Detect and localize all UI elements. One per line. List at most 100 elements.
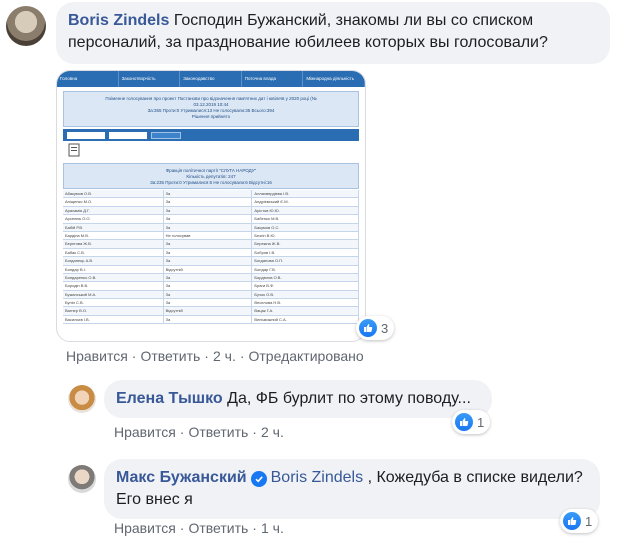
screenshot-print-icon <box>67 143 355 161</box>
screenshot-table-cell: Бородін В.В. <box>63 282 164 290</box>
screenshot-table-cell: За <box>164 273 253 282</box>
screenshot-table-cell: Бобров І.В. <box>252 248 359 257</box>
screenshot-table-row: Бабак С.В. За Бобров І.В. <box>63 248 359 258</box>
screenshot-table-cell: Бабенко М.В. <box>252 215 359 223</box>
reaction-number: 1 <box>477 414 485 430</box>
avatar-maks[interactable] <box>68 465 96 493</box>
screenshot-table-cell: Арсенюк О.О. <box>63 215 164 223</box>
screenshot-table-row: Арахамія Д.Г. За Арістов Ю.Ю. <box>63 206 359 216</box>
screenshot-table-cell: За <box>164 248 253 257</box>
screenshot-table-cell: Бардіна М.В. <box>63 231 164 240</box>
screenshot-table-cell: Бондаренко О.В. <box>63 273 164 282</box>
screenshot-table-cell: Абакумов О.В. <box>63 190 164 198</box>
screenshot-table-cell: Бордюгов О.В. <box>252 273 359 282</box>
screenshot-table-cell: За <box>164 198 253 206</box>
screenshot-table-row: Аніщенко М.О. За Андрієвський Є.М. <box>63 198 359 207</box>
like-icon <box>359 319 377 337</box>
like-button[interactable]: Нравится <box>114 520 176 536</box>
screenshot-table-cell: Васильєв І.В. <box>63 315 164 324</box>
mention-link[interactable]: Boris Zindels <box>271 469 363 486</box>
screenshot-table-cell: За <box>164 290 253 299</box>
reply-button[interactable]: Ответить <box>188 424 248 440</box>
verified-badge-icon <box>250 471 267 487</box>
screenshot-table-row: Вагнер В.О. Відсутній Вацак Г.А. <box>63 307 359 316</box>
screenshot-fraction-line: За:235 Проти:0 Утрималися:6 Не голосувал… <box>150 180 272 185</box>
screenshot-table-cell: Вагнер В.О. <box>63 307 164 315</box>
screenshot-table-row: Бардіна М.В. Не голосував Безгін В.Ю. <box>63 231 359 241</box>
reply-button[interactable]: Ответить <box>188 520 248 536</box>
screenshot-table-cell: Відсутній <box>164 307 253 315</box>
screenshot-table-row: Богданець А.В. За Богданова О.П. <box>63 257 359 266</box>
attached-screenshot[interactable]: Головна Законотворчість Законодавство По… <box>56 70 366 342</box>
screenshot-nav-item: Головна <box>57 71 119 87</box>
like-button[interactable]: Нравится <box>66 348 128 364</box>
screenshot-nav-item: Поточна влада <box>242 71 304 87</box>
timestamp[interactable]: 2 ч. <box>261 424 284 440</box>
screenshot-nav: Головна Законотворчість Законодавство По… <box>57 71 365 87</box>
comment-actions: Нравится · Ответить · 2 ч. · Отредактировано <box>66 348 364 364</box>
screenshot-table-cell: Аллахвердієва І.В. <box>252 190 359 198</box>
screenshot-table-cell: Вельможний С.А. <box>252 315 359 324</box>
screenshot-table-cell: Бунін С.В. <box>63 299 164 307</box>
screenshot-table-cell: За <box>164 215 253 223</box>
reply-bubble: Макс Бужанский Boris Zindels , Кожедуба в… <box>104 459 600 519</box>
screenshot-table-cell: Вацак Г.А. <box>252 307 359 315</box>
screenshot-table-row: Бабій Р.В. За Бакумов О.С. <box>63 223 359 232</box>
screenshot-table-cell: Бабій Р.В. <box>63 223 164 231</box>
screenshot-table-cell: Бужанський М.А. <box>63 290 164 299</box>
screenshot-table-cell: Бучок О.В. <box>252 290 359 299</box>
screenshot-nav-item: Законодавство <box>180 71 242 87</box>
screenshot-table-row: Бужанський М.А. За Бучок О.В. <box>63 290 359 300</box>
avatar-elena[interactable] <box>68 385 96 413</box>
screenshot-table-cell: Не голосував <box>164 231 253 240</box>
timestamp[interactable]: 2 ч. <box>213 348 236 364</box>
screenshot-table-cell: За <box>164 257 253 265</box>
reaction-count[interactable]: 1 <box>560 509 599 533</box>
screenshot-table-row: Абакумов О.В. За Аллахвердієва І.В. <box>63 190 359 199</box>
screenshot-table-cell: Бабак С.В. <box>63 248 164 257</box>
screenshot-table-row: Бондар В.І. Відсутній Бондар Г.В. <box>63 265 359 274</box>
screenshot-table-cell: За <box>164 206 253 215</box>
screenshot-table-row: Бородін В.В. За Браги В.Ф. <box>63 282 359 291</box>
reply-button[interactable]: Ответить <box>140 348 200 364</box>
screenshot-fraction-header: Фракція політичної партії "СЛУГА НАРОДУ"… <box>63 163 359 189</box>
comment-author[interactable]: Елена Тышко <box>116 390 223 407</box>
screenshot-table-cell: Берегова Ж.В. <box>63 240 164 248</box>
avatar-boris[interactable] <box>6 6 46 46</box>
reply-bubble: Елена Тышко Да, ФБ бурлит по этому повод… <box>104 380 492 418</box>
like-icon <box>563 512 581 530</box>
screenshot-table-row: Васильєв І.В. За Вельможний С.А. <box>63 315 359 325</box>
edited-label[interactable]: Отредактировано <box>249 348 364 364</box>
like-button[interactable]: Нравится <box>114 424 176 440</box>
reaction-count[interactable]: 3 <box>356 316 395 340</box>
screenshot-table-cell: Бондар В.І. <box>63 265 164 273</box>
screenshot-table-cell: Аніщенко М.О. <box>63 198 164 206</box>
screenshot-table-cell: За <box>164 223 253 231</box>
like-icon <box>455 413 473 431</box>
screenshot-table-row: Бунін С.В. За Веселова Н.В. <box>63 299 359 308</box>
screenshot-table-cell: Бакумов О.С. <box>252 223 359 231</box>
screenshot-table-cell: Богданець А.В. <box>63 257 164 265</box>
timestamp[interactable]: 1 ч. <box>261 520 284 536</box>
screenshot-table-cell: За <box>164 282 253 290</box>
screenshot-table-row: Берегова Ж.В. За Бережна Ж.В. <box>63 240 359 249</box>
comment-author[interactable]: Boris Zindels <box>68 12 169 29</box>
screenshot-filter-bar <box>63 129 359 141</box>
screenshot-table-cell: Богданова О.П. <box>252 257 359 265</box>
screenshot-vote-header: Поіменне голосування про проект Постанов… <box>63 91 359 127</box>
reaction-count[interactable]: 1 <box>452 410 491 434</box>
screenshot-table-row: Арсенюк О.О. За Бабенко М.В. <box>63 215 359 224</box>
comment-actions: Нравится · Ответить · 1 ч. <box>114 520 284 536</box>
screenshot-header-line: Рішення прийнято <box>191 114 231 119</box>
screenshot-table-cell: Андрієвський Є.М. <box>252 198 359 206</box>
screenshot-table-cell: Бондар Г.В. <box>252 265 359 273</box>
screenshot-table-cell: Арістов Ю.Ю. <box>252 206 359 215</box>
screenshot-table-cell: Бережна Ж.В. <box>252 240 359 248</box>
screenshot-table-cell: За <box>164 190 253 198</box>
screenshot-table-cell: Веселова Н.В. <box>252 299 359 307</box>
screenshot-vote-table: Абакумов О.В. За Аллахвердієва І.В. Аніщенк… <box>63 190 359 325</box>
screenshot-table-cell: Браги В.Ф. <box>252 282 359 290</box>
screenshot-table-cell: Відсутній <box>164 265 253 273</box>
screenshot-table-row: Бондаренко О.В. За Бордюгов О.В. <box>63 273 359 283</box>
comment-author[interactable]: Макс Бужанский <box>116 469 247 486</box>
